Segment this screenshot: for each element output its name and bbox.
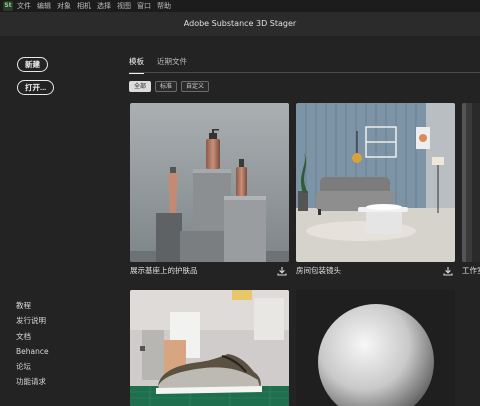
menu-object[interactable]: 对象 (57, 0, 71, 12)
template-card-sneaker[interactable] (130, 290, 289, 406)
menu-bar: St 文件 编辑 对象 相机 选择 视图 窗口 帮助 (0, 0, 480, 12)
link-feature-request[interactable]: 功能请求 (16, 374, 49, 389)
filter-chips: 全部 标准 自定义 (129, 81, 210, 92)
main-panel: 模板 近期文件 全部 标准 自定义 展示基座上的护肤品 房间包装镜头 工作 (110, 36, 480, 406)
filter-all[interactable]: 全部 (129, 81, 152, 92)
template-card-skincare[interactable] (130, 103, 289, 262)
link-tutorials[interactable]: 教程 (16, 298, 49, 313)
menu-camera[interactable]: 相机 (77, 0, 91, 12)
tab-templates[interactable]: 模板 (129, 57, 144, 74)
skincare-thumbnail (130, 103, 289, 262)
link-release-notes[interactable]: 发行说明 (16, 313, 49, 328)
menu-select[interactable]: 选择 (97, 0, 111, 12)
help-links: 教程 发行说明 文档 Behance 论坛 功能请求 (16, 298, 49, 390)
app-header: Adobe Substance 3D Stager (0, 12, 480, 36)
template-label-studio[interactable]: 工作室 (462, 266, 480, 276)
app-logo-icon: St (3, 1, 13, 11)
menu-view[interactable]: 视图 (117, 0, 131, 12)
room-thumbnail (296, 103, 455, 262)
studio-thumbnail (462, 103, 480, 262)
open-button[interactable]: 打开... (17, 80, 55, 95)
tab-bar: 模板 近期文件 (129, 57, 187, 74)
sphere-thumbnail (296, 290, 455, 406)
link-forum[interactable]: 论坛 (16, 359, 49, 374)
menu: 文件 编辑 对象 相机 选择 视图 窗口 帮助 (17, 0, 171, 12)
template-card-studio[interactable] (462, 103, 480, 262)
menu-file[interactable]: 文件 (17, 0, 31, 12)
new-button[interactable]: 新建 (17, 57, 48, 72)
link-behance[interactable]: Behance (16, 344, 49, 359)
sidebar: 新建 打开... 教程 发行说明 文档 Behance 论坛 功能请求 (0, 36, 110, 406)
menu-window[interactable]: 窗口 (137, 0, 151, 12)
tab-recent-files[interactable]: 近期文件 (157, 57, 187, 70)
sneaker-thumbnail (130, 290, 289, 406)
download-icon[interactable] (277, 266, 287, 276)
menu-edit[interactable]: 编辑 (37, 0, 51, 12)
link-documentation[interactable]: 文档 (16, 329, 49, 344)
template-label-room[interactable]: 房间包装镜头 (296, 266, 341, 276)
template-card-room[interactable] (296, 103, 455, 262)
filter-custom[interactable]: 自定义 (181, 81, 210, 92)
app-title: Adobe Substance 3D Stager (183, 19, 297, 28)
menu-help[interactable]: 帮助 (157, 0, 171, 12)
template-label-skincare[interactable]: 展示基座上的护肤品 (130, 266, 198, 276)
filter-standard[interactable]: 标准 (155, 81, 178, 92)
download-icon[interactable] (443, 266, 453, 276)
template-card-sphere[interactable] (296, 290, 455, 406)
tab-divider (129, 72, 480, 73)
